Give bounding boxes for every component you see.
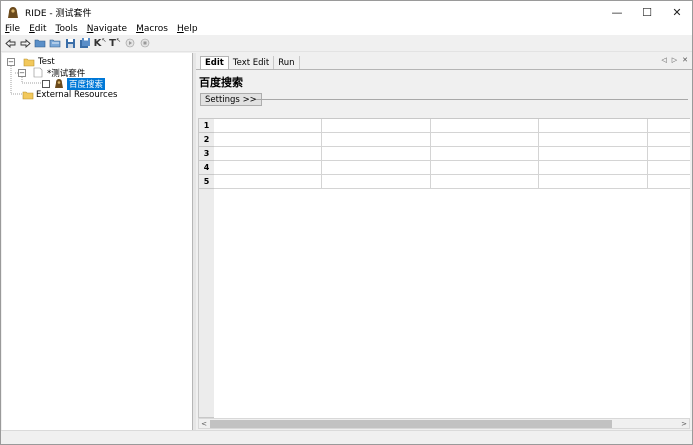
- grid-cells: [214, 119, 690, 189]
- grid-cell[interactable]: [214, 133, 322, 147]
- testcase-title: 百度搜索: [199, 76, 243, 89]
- scroll-left-icon[interactable]: <: [199, 419, 209, 428]
- forward-arrow-icon[interactable]: [18, 37, 32, 50]
- grid-cell[interactable]: [431, 161, 539, 175]
- collapse-toggle[interactable]: −: [18, 68, 26, 77]
- tab-left-icon[interactable]: ◁: [661, 56, 666, 64]
- grid-cell[interactable]: [322, 119, 431, 133]
- grid-cell[interactable]: [322, 133, 431, 147]
- editor-panel: Edit Text Edit Run ◁ ▷ ✕ 百度搜索 Settings >…: [196, 53, 692, 430]
- row-header[interactable]: 4: [199, 161, 214, 175]
- ride-window: RIDE - 测试套件 — ☐ ✕ File Edit Tools Naviga…: [0, 0, 693, 445]
- open-directory-icon[interactable]: [48, 37, 62, 50]
- grid-cell[interactable]: [539, 147, 648, 161]
- run-icon[interactable]: [123, 37, 137, 50]
- grid-cell[interactable]: [214, 175, 322, 189]
- grid-cell[interactable]: [322, 175, 431, 189]
- tree-item-test[interactable]: − Test: [7, 56, 55, 67]
- ride-app-icon: [6, 5, 20, 19]
- maximize-button[interactable]: ☐: [632, 1, 662, 23]
- settings-button[interactable]: Settings >>: [200, 93, 262, 106]
- save-icon[interactable]: [63, 37, 77, 50]
- grid-cell[interactable]: [648, 133, 690, 147]
- grid-cell[interactable]: [539, 133, 648, 147]
- edit-tab-content: 百度搜索 Settings >> 1 2 3 4 5 < >: [196, 69, 692, 430]
- grid-cell[interactable]: [648, 119, 690, 133]
- row-header[interactable]: 5: [199, 175, 214, 189]
- folder-icon: [23, 57, 35, 67]
- menu-macros[interactable]: Macros: [136, 24, 168, 34]
- tree-label-test: Test: [38, 56, 55, 67]
- minimize-button[interactable]: —: [602, 1, 632, 23]
- tab-right-icon[interactable]: ▷: [672, 56, 677, 64]
- grid-cell[interactable]: [431, 119, 539, 133]
- row-header[interactable]: 2: [199, 133, 214, 147]
- robot-testcase-icon: [53, 79, 65, 89]
- close-button[interactable]: ✕: [662, 1, 692, 23]
- grid-cell[interactable]: [322, 161, 431, 175]
- save-all-icon[interactable]: [78, 37, 92, 50]
- grid-cell[interactable]: [214, 147, 322, 161]
- row-header[interactable]: 1: [199, 119, 214, 133]
- menu-navigate[interactable]: Navigate: [87, 24, 127, 34]
- tab-run[interactable]: Run: [274, 56, 300, 69]
- grid-cell[interactable]: [648, 147, 690, 161]
- tab-edit[interactable]: Edit: [200, 56, 229, 69]
- toolbar: K ↖ T ↖: [1, 35, 692, 52]
- menu-help[interactable]: Help: [177, 24, 198, 34]
- title-bar: RIDE - 测试套件 — ☐ ✕: [1, 1, 692, 23]
- grid-cell[interactable]: [322, 147, 431, 161]
- project-tree-panel: − Test − *测试套件 百度搜索 External Resources: [2, 53, 193, 430]
- grid-cell[interactable]: [214, 119, 322, 133]
- grid-cell[interactable]: [539, 119, 648, 133]
- testcase-checkbox[interactable]: [42, 79, 50, 88]
- status-bar: [1, 430, 692, 444]
- grid-cell[interactable]: [539, 175, 648, 189]
- grid-cell[interactable]: [431, 147, 539, 161]
- menu-edit[interactable]: Edit: [29, 24, 46, 34]
- scroll-right-icon[interactable]: >: [679, 419, 689, 428]
- file-icon: [32, 67, 44, 78]
- window-title: RIDE - 测试套件: [25, 8, 92, 19]
- menu-bar: File Edit Tools Navigate Macros Help: [1, 23, 692, 35]
- tree-label-testcase: 百度搜索: [67, 77, 106, 90]
- menu-tools[interactable]: Tools: [56, 24, 78, 34]
- settings-divider: [256, 99, 688, 100]
- menu-file[interactable]: File: [5, 24, 20, 34]
- tree-item-suite[interactable]: − *测试套件: [18, 67, 85, 79]
- search-keywords-icon[interactable]: K ↖: [93, 37, 107, 50]
- tab-close-icon[interactable]: ✕: [682, 56, 688, 64]
- folder-icon: [22, 90, 34, 100]
- search-tests-icon[interactable]: T ↖: [108, 37, 122, 50]
- open-folder-icon[interactable]: [33, 37, 47, 50]
- tree-item-external-resources[interactable]: External Resources: [22, 89, 117, 100]
- grid-cell[interactable]: [431, 175, 539, 189]
- scroll-thumb[interactable]: [210, 420, 612, 428]
- editor-tabs: Edit Text Edit Run: [196, 55, 300, 69]
- steps-grid: 1 2 3 4 5: [198, 118, 690, 419]
- grid-cell[interactable]: [648, 161, 690, 175]
- grid-cell[interactable]: [539, 161, 648, 175]
- tab-navigation: ◁ ▷ ✕: [661, 56, 688, 64]
- grid-cell[interactable]: [648, 175, 690, 189]
- collapse-toggle[interactable]: −: [7, 57, 15, 66]
- grid-cell[interactable]: [431, 133, 539, 147]
- tree-label-external: External Resources: [36, 89, 118, 100]
- horizontal-scrollbar[interactable]: < >: [198, 418, 690, 429]
- stop-icon[interactable]: [138, 37, 152, 50]
- back-arrow-icon[interactable]: [3, 37, 17, 50]
- tree-item-testcase[interactable]: 百度搜索: [42, 77, 106, 90]
- grid-cell[interactable]: [214, 161, 322, 175]
- tab-text-edit[interactable]: Text Edit: [229, 56, 275, 69]
- row-header[interactable]: 3: [199, 147, 214, 161]
